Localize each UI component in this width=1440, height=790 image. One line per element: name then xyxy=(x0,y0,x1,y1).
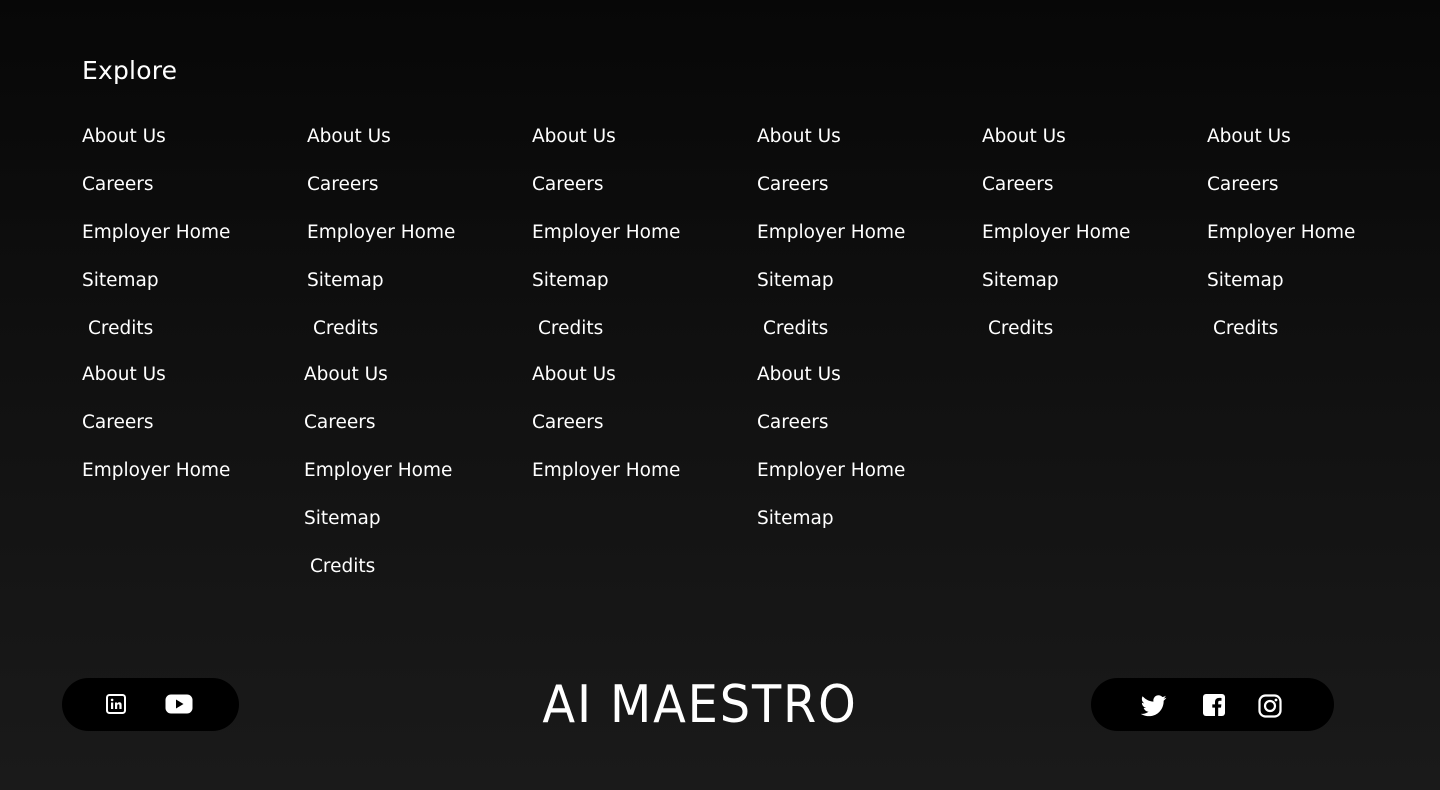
footer-link-credits[interactable]: Credits xyxy=(757,305,905,353)
footer-link-careers[interactable]: Careers xyxy=(1207,161,1355,209)
footer-link-sitemap[interactable]: Sitemap xyxy=(304,495,452,543)
footer-link-credits[interactable]: Credits xyxy=(304,543,452,591)
site-footer: Explore About Us Careers Employer Home S… xyxy=(0,0,1440,790)
footer-link-careers[interactable]: Careers xyxy=(307,161,455,209)
facebook-icon[interactable] xyxy=(1203,694,1225,716)
footer-link-about-us[interactable]: About Us xyxy=(982,113,1130,161)
footer-link-sitemap[interactable]: Sitemap xyxy=(982,257,1130,305)
explore-column-9: About Us Careers Employer Home xyxy=(532,351,680,495)
footer-link-credits[interactable]: Credits xyxy=(307,305,455,353)
footer-link-employer-home[interactable]: Employer Home xyxy=(82,209,230,257)
footer-link-careers[interactable]: Careers xyxy=(757,161,905,209)
footer-link-careers[interactable]: Careers xyxy=(82,399,230,447)
explore-column-4: About Us Careers Employer Home Sitemap C… xyxy=(757,113,905,353)
explore-column-2: About Us Careers Employer Home Sitemap C… xyxy=(307,113,455,353)
footer-link-credits[interactable]: Credits xyxy=(532,305,680,353)
footer-link-sitemap[interactable]: Sitemap xyxy=(532,257,680,305)
footer-link-credits[interactable]: Credits xyxy=(82,305,230,353)
instagram-icon[interactable] xyxy=(1258,694,1282,718)
explore-heading: Explore xyxy=(82,56,178,85)
explore-column-5: About Us Careers Employer Home Sitemap C… xyxy=(982,113,1130,353)
footer-link-about-us[interactable]: About Us xyxy=(532,351,680,399)
footer-link-employer-home[interactable]: Employer Home xyxy=(532,447,680,495)
explore-column-3: About Us Careers Employer Home Sitemap C… xyxy=(532,113,680,353)
footer-link-about-us[interactable]: About Us xyxy=(304,351,452,399)
footer-link-sitemap[interactable]: Sitemap xyxy=(307,257,455,305)
footer-link-sitemap[interactable]: Sitemap xyxy=(757,257,905,305)
footer-link-careers[interactable]: Careers xyxy=(304,399,452,447)
explore-column-6: About Us Careers Employer Home Sitemap C… xyxy=(1207,113,1355,353)
explore-column-10: About Us Careers Employer Home Sitemap xyxy=(757,351,905,543)
footer-link-about-us[interactable]: About Us xyxy=(757,351,905,399)
footer-link-sitemap[interactable]: Sitemap xyxy=(757,495,905,543)
footer-link-credits[interactable]: Credits xyxy=(1207,305,1355,353)
footer-link-sitemap[interactable]: Sitemap xyxy=(82,257,230,305)
footer-link-careers[interactable]: Careers xyxy=(532,399,680,447)
footer-link-employer-home[interactable]: Employer Home xyxy=(82,447,230,495)
footer-link-careers[interactable]: Careers xyxy=(82,161,230,209)
footer-link-about-us[interactable]: About Us xyxy=(82,113,230,161)
footer-link-employer-home[interactable]: Employer Home xyxy=(1207,209,1355,257)
explore-column-1: About Us Careers Employer Home Sitemap C… xyxy=(82,113,230,353)
footer-link-about-us[interactable]: About Us xyxy=(307,113,455,161)
footer-link-employer-home[interactable]: Employer Home xyxy=(307,209,455,257)
footer-link-employer-home[interactable]: Employer Home xyxy=(757,447,905,495)
footer-link-employer-home[interactable]: Employer Home xyxy=(304,447,452,495)
footer-link-employer-home[interactable]: Employer Home xyxy=(532,209,680,257)
twitter-icon[interactable] xyxy=(1141,695,1167,717)
footer-link-careers[interactable]: Careers xyxy=(982,161,1130,209)
footer-link-employer-home[interactable]: Employer Home xyxy=(982,209,1130,257)
footer-link-about-us[interactable]: About Us xyxy=(757,113,905,161)
footer-link-careers[interactable]: Careers xyxy=(757,399,905,447)
footer-link-about-us[interactable]: About Us xyxy=(1207,113,1355,161)
footer-link-employer-home[interactable]: Employer Home xyxy=(757,209,905,257)
footer-link-careers[interactable]: Careers xyxy=(532,161,680,209)
footer-link-about-us[interactable]: About Us xyxy=(82,351,230,399)
footer-link-sitemap[interactable]: Sitemap xyxy=(1207,257,1355,305)
footer-link-credits[interactable]: Credits xyxy=(982,305,1130,353)
footer-link-about-us[interactable]: About Us xyxy=(532,113,680,161)
social-links-right xyxy=(1091,678,1334,731)
explore-column-7: About Us Careers Employer Home xyxy=(82,351,230,495)
explore-column-8: About Us Careers Employer Home Sitemap C… xyxy=(304,351,452,591)
